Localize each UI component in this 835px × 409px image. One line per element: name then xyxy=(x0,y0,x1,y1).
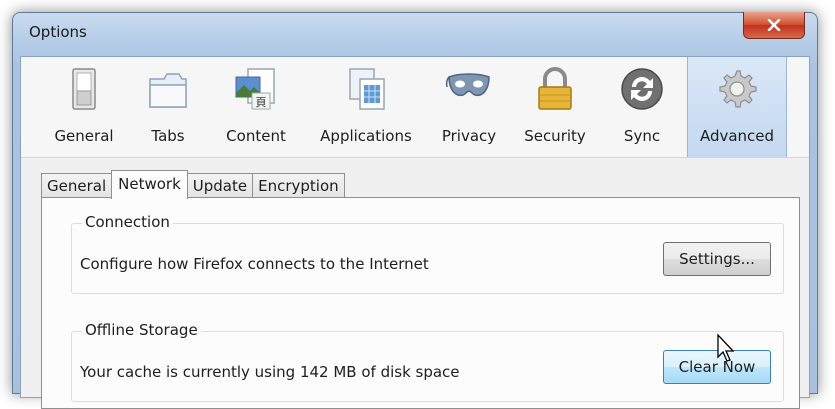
pane-label: General xyxy=(54,127,114,145)
pane-label: Privacy xyxy=(441,127,497,145)
pane-security[interactable]: Security xyxy=(517,57,593,157)
tab-network[interactable]: Network xyxy=(111,170,188,199)
connection-legend: Connection xyxy=(82,213,173,231)
pane-sync[interactable]: Sync xyxy=(611,57,673,157)
pane-general[interactable]: General xyxy=(49,57,119,157)
applications-icon xyxy=(349,68,385,110)
close-icon xyxy=(767,19,781,31)
general-switch-icon xyxy=(72,68,96,110)
cache-usage-description: Your cache is currently using 142 MB of … xyxy=(80,363,460,381)
offline-storage-legend: Offline Storage xyxy=(82,321,201,339)
pane-tabs[interactable]: Tabs xyxy=(139,57,197,157)
close-button[interactable] xyxy=(743,12,805,39)
connection-group: Connection Configure how Firefox connect… xyxy=(71,213,784,294)
title-bar[interactable]: Options xyxy=(13,12,817,51)
pane-label: Tabs xyxy=(151,127,185,145)
advanced-gear-icon xyxy=(719,70,757,108)
pane-applications[interactable]: Applications xyxy=(311,57,421,157)
pane-privacy[interactable]: Privacy xyxy=(435,57,503,157)
tabs-icon xyxy=(149,73,187,108)
pane-label: Advanced xyxy=(699,127,775,145)
tab-encryption[interactable]: Encryption xyxy=(252,173,345,198)
window-title: Options xyxy=(29,23,87,41)
privacy-mask-icon xyxy=(445,73,490,97)
offline-storage-group: Offline Storage Your cache is currently … xyxy=(71,321,784,402)
pane-toolbar: General Tabs 頁 Content Applications Priv… xyxy=(21,57,809,158)
pane-label: Sync xyxy=(623,127,661,145)
pane-label: Content xyxy=(226,127,286,145)
connection-description: Configure how Firefox connects to the In… xyxy=(80,255,429,273)
pane-content[interactable]: 頁 Content xyxy=(217,57,295,157)
tab-update[interactable]: Update xyxy=(186,173,254,198)
sync-icon xyxy=(621,68,663,110)
mouse-cursor-icon xyxy=(717,333,735,362)
pane-label: Applications xyxy=(320,127,412,145)
content-icon: 頁 xyxy=(235,68,275,110)
svg-text:頁: 頁 xyxy=(256,96,267,109)
settings-button[interactable]: Settings... xyxy=(663,242,771,276)
options-client-area: General Tabs 頁 Content Applications Priv… xyxy=(20,56,810,409)
tab-general[interactable]: General xyxy=(41,173,113,198)
network-tab-panel: Connection Configure how Firefox connect… xyxy=(41,197,800,409)
security-lock-icon xyxy=(538,67,572,110)
advanced-tab-strip: General Network Update Encryption xyxy=(41,170,345,199)
pane-label: Security xyxy=(524,127,586,145)
pane-advanced[interactable]: Advanced xyxy=(687,57,787,157)
